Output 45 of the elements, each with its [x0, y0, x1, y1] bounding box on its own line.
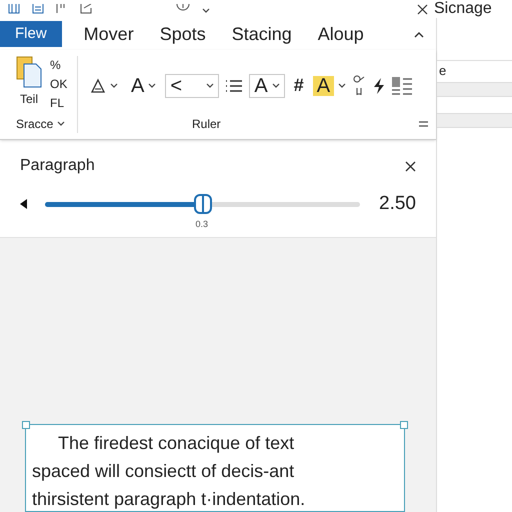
row-text: e	[439, 63, 446, 78]
resize-handle[interactable]	[400, 421, 408, 429]
quick-access-caret-icon	[202, 8, 210, 14]
slider-reading: 2.50	[379, 192, 416, 216]
paragraph-line: thirsistent paragraph t·indentation.	[32, 488, 306, 511]
group-label: Sracce	[16, 116, 54, 133]
paragraph-line: spaced will consiectt of decis-ant	[32, 460, 296, 483]
caret-icon	[110, 82, 118, 88]
paste-label[interactable]: Teil	[20, 90, 38, 108]
group-label: Ruler	[192, 116, 221, 133]
list-icon[interactable]	[224, 78, 244, 94]
ribbon-tab[interactable]: Mover	[84, 20, 134, 48]
slider-thumb[interactable]	[194, 194, 212, 214]
close-icon[interactable]	[405, 160, 416, 172]
ribbon-tab[interactable]: Aloup	[318, 20, 364, 48]
pane-title: Sicnage	[434, 0, 492, 19]
bolt-icon[interactable]	[372, 76, 386, 94]
clipboard-icon[interactable]	[32, 4, 44, 14]
panel-title: Paragraph	[20, 156, 95, 176]
triangle-icon	[90, 78, 106, 94]
collapse-icon[interactable]	[414, 30, 424, 38]
resize-handle[interactable]	[22, 421, 30, 429]
caret-icon	[206, 82, 214, 88]
clipboard-option[interactable]: OK	[50, 75, 68, 94]
caret-icon	[338, 82, 346, 88]
clipboard-option[interactable]: FL	[50, 94, 68, 113]
slider-value-label: 0.3	[196, 218, 208, 231]
caret-icon	[148, 82, 156, 88]
options-icon[interactable]	[419, 121, 428, 127]
paragraph-line: The firedest conacique of text	[57, 432, 296, 455]
font-dropdown[interactable]: A	[127, 76, 160, 96]
left-arrow-icon[interactable]	[20, 199, 28, 210]
combo-box[interactable]: <	[165, 74, 220, 98]
ribbon-tab[interactable]: Spots	[160, 20, 206, 48]
clipboard-option[interactable]: %	[50, 56, 68, 75]
layout-icon[interactable]	[391, 76, 414, 96]
document-icon[interactable]	[8, 4, 20, 14]
font-color-dropdown[interactable]: A	[249, 74, 285, 98]
ribbon-tab[interactable]: Flew	[0, 21, 62, 47]
hash-button[interactable]: #	[290, 72, 308, 99]
ribbon-tab[interactable]: Stacing	[232, 20, 292, 48]
caret-icon	[272, 82, 280, 88]
paste-icon[interactable]	[16, 56, 42, 88]
caret-icon	[57, 121, 66, 127]
close-icon[interactable]	[417, 4, 428, 14]
